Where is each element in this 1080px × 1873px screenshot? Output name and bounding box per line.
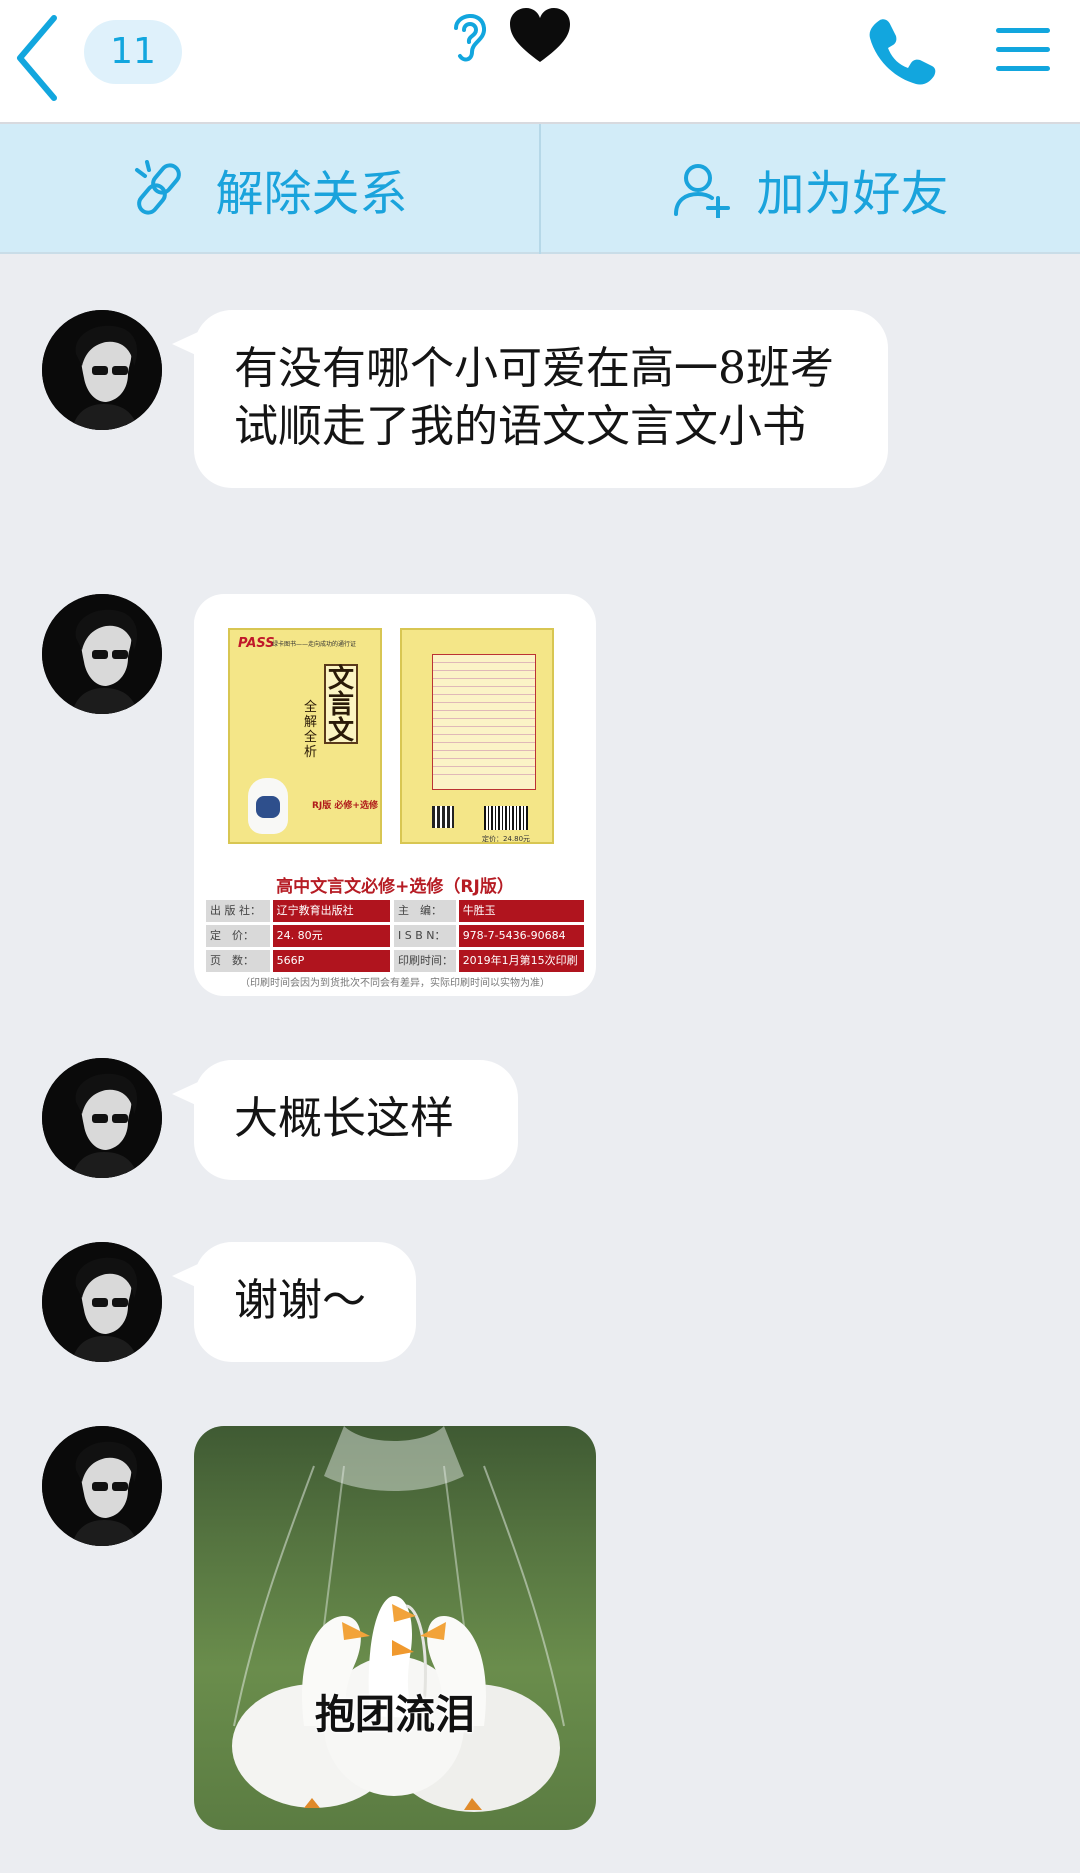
unbind-relationship-button[interactable]: 解除关系 (0, 124, 539, 254)
qr-code-icon (432, 806, 454, 828)
menu-icon[interactable] (994, 24, 1052, 76)
book-image-message[interactable]: PASS 绿卡图书——走向成功的通行证 文言文 全解全析 RJ版 必修+选修 定… (194, 594, 596, 996)
top-bar: 11 (0, 0, 1080, 124)
add-friend-label: 加为好友 (756, 166, 949, 222)
info-value: 2019年1月第15次印刷 (458, 950, 584, 972)
ducks-in-rain-illustration (232, 1426, 565, 1812)
book-front-cover: PASS 绿卡图书——走向成功的通行证 文言文 全解全析 RJ版 必修+选修 (228, 628, 382, 844)
cover-title: 文言文 (324, 664, 358, 744)
cover-edition: RJ版 必修+选修 (312, 801, 378, 811)
contact-avatar[interactable] (42, 310, 162, 430)
info-row: 页 数： 566P 印刷时间： 2019年1月第15次印刷 (206, 950, 584, 972)
info-value: 566P (272, 950, 391, 972)
info-key: I S B N： (394, 925, 456, 947)
person-sunglasses-avatar-icon (42, 594, 162, 714)
message-bubble[interactable]: 谢谢～ (172, 1242, 416, 1362)
info-key: 页 数： (206, 950, 270, 972)
barcode-icon (484, 806, 528, 830)
person-sunglasses-avatar-icon (42, 1058, 162, 1178)
contact-avatar[interactable] (42, 1058, 162, 1178)
info-key: 出 版 社： (206, 900, 270, 922)
info-value: 978-7-5436-90684 (458, 925, 584, 947)
back-price: 定价：24.80元 (482, 835, 531, 843)
ear-icon[interactable] (442, 6, 494, 66)
pass-logo: PASS (238, 636, 275, 651)
broken-link-icon (135, 160, 182, 215)
message-text: 有没有哪个小可爱在高一8班考试顺走了我的语文文言文小书 (234, 343, 834, 452)
relationship-action-bar: 解除关系 加为好友 (0, 124, 1080, 254)
phone-icon[interactable] (866, 16, 936, 86)
info-row: 出 版 社： 辽宁教育出版社 主 编： 牛胜玉 (206, 900, 584, 922)
add-user-icon (674, 164, 731, 218)
porcelain-vase-icon (248, 778, 288, 834)
message-text: 谢谢～ (234, 1275, 366, 1326)
info-value: 牛胜玉 (458, 900, 584, 922)
sticker-caption: 抱团流泪 (315, 1692, 475, 1738)
book-caption: 高中文言文必修+选修（RJ版） (276, 877, 514, 897)
message-text: 大概长这样 (234, 1093, 454, 1144)
unread-count-badge[interactable]: 11 (84, 20, 182, 84)
book-back-cover: 定价：24.80元 (400, 628, 554, 844)
info-key: 印刷时间： (394, 950, 456, 972)
contact-avatar[interactable] (42, 1242, 162, 1362)
ducks-sticker-message[interactable]: 抱团流泪 (194, 1426, 596, 1830)
person-sunglasses-avatar-icon (42, 1242, 162, 1362)
black-heart-icon (510, 8, 570, 62)
contact-avatar[interactable] (42, 1426, 162, 1546)
message-bubble[interactable]: 大概长这样 (172, 1060, 518, 1180)
person-sunglasses-avatar-icon (42, 310, 162, 430)
cover-subtitle: 全解全析 (304, 700, 318, 760)
back-button[interactable] (10, 12, 70, 102)
book-note: （印刷时间会因为到货批次不同会有差异，实际印刷时间以实物为准） (240, 978, 550, 989)
info-value: 辽宁教育出版社 (272, 900, 391, 922)
book-info-grid: 出 版 社： 辽宁教育出版社 主 编： 牛胜玉 定 价： 24. 80元 I S… (206, 900, 584, 975)
back-chevron-icon (17, 15, 57, 101)
message-bubble[interactable]: 有没有哪个小可爱在高一8班考试顺走了我的语文文言文小书 (172, 310, 888, 488)
person-sunglasses-avatar-icon (42, 1426, 162, 1546)
info-row: 定 价： 24. 80元 I S B N： 978-7-5436-90684 (206, 925, 584, 947)
contact-avatar[interactable] (42, 594, 162, 714)
unbind-label: 解除关系 (215, 166, 408, 222)
add-friend-button[interactable]: 加为好友 (541, 124, 1080, 254)
info-key: 定 价： (206, 925, 270, 947)
cover-tagline: 绿卡图书——走向成功的通行证 (272, 641, 357, 648)
back-cover-table (432, 654, 536, 790)
info-value: 24. 80元 (272, 925, 391, 947)
info-key: 主 编： (394, 900, 456, 922)
